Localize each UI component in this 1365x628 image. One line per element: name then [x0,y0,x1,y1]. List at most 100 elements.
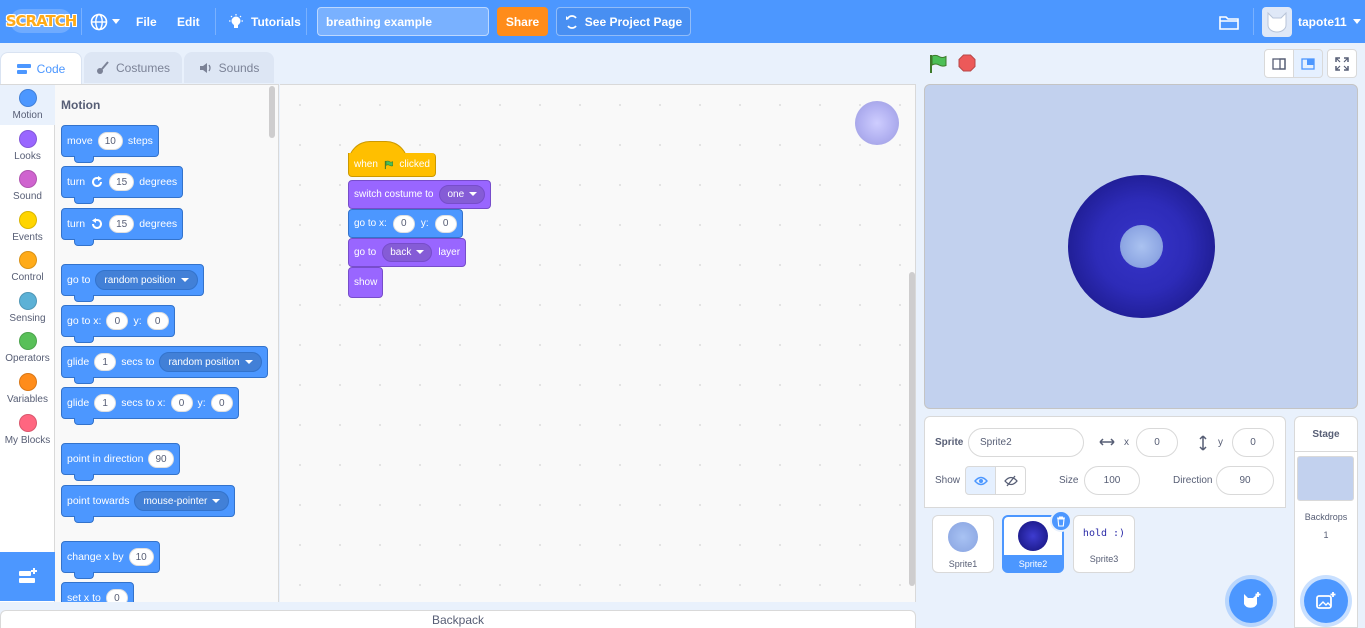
block-input[interactable]: 0 [106,312,129,330]
block-point-towards[interactable]: point towards mouse-pointer [61,485,236,523]
current-sprite-thumbnail [855,101,899,145]
sprite1-thumbnail [948,522,978,552]
show-hidden-button[interactable] [995,466,1026,495]
block-dropdown[interactable]: one [439,185,486,204]
see-project-page-button[interactable]: See Project Page [556,7,691,36]
language-menu[interactable] [90,0,120,43]
size-input[interactable]: 100 [1084,466,1140,495]
tab-costumes-label: Costumes [115,61,171,75]
add-extension-button[interactable] [0,552,55,601]
y-input[interactable]: 0 [1232,428,1274,457]
share-button[interactable]: Share [497,7,548,36]
stage-canvas[interactable] [924,84,1358,409]
block-input[interactable]: 0 [146,312,169,330]
block-input[interactable]: 1 [94,353,117,371]
tab-sounds[interactable]: Sounds [184,52,274,83]
avatar [1262,6,1292,37]
block-input[interactable]: 10 [97,132,123,150]
small-stage-icon [1272,57,1286,70]
green-flag-button[interactable] [926,52,950,76]
scratch-logo[interactable]: SCRATCH [6,9,77,33]
block-input[interactable]: 0 [170,394,193,412]
block-change-x[interactable]: change x by 10 [61,541,160,579]
block-glide-to-xy[interactable]: glide 1 secs to x: 0 y: 0 [61,387,239,425]
block-move-steps[interactable]: move 10 steps [61,125,159,163]
sprite-tile-sprite3[interactable]: hold :) Sprite3 [1073,515,1135,573]
palette-scrollbar[interactable] [269,86,275,138]
stop-button[interactable] [956,52,978,74]
category-motion[interactable]: Motion [0,85,55,125]
show-label: Show [935,475,961,486]
block-point-in-direction[interactable]: point in direction 90 [61,443,180,481]
file-menu[interactable]: File [136,0,157,43]
block-dropdown[interactable]: random position [159,352,262,372]
edit-menu[interactable]: Edit [177,0,200,43]
backdrop-thumbnail [1297,456,1354,501]
block-glide-to[interactable]: glide 1 secs to random position [61,346,268,384]
block-input[interactable]: 15 [109,173,135,191]
tab-code[interactable]: Code [0,52,82,84]
block-input[interactable]: 15 [109,215,135,233]
small-stage-button[interactable] [1264,49,1294,78]
tutorials-button[interactable]: Tutorials [228,0,301,43]
block-when-flag-clicked[interactable]: when clicked [348,141,436,177]
direction-input[interactable]: 90 [1216,466,1274,495]
block-text: turn [67,176,86,188]
block-input[interactable]: 0 [105,589,128,602]
block-show[interactable]: show [348,267,384,298]
block-input[interactable]: 0 [210,394,233,412]
category-label: Operators [5,353,50,364]
sprite-name-input[interactable]: Sprite2 [968,428,1084,457]
block-input[interactable]: 10 [128,548,154,566]
fullscreen-button[interactable] [1327,49,1357,78]
category-sound[interactable]: Sound [0,166,55,206]
block-turn-right[interactable]: turn 15 degrees [61,166,184,204]
category-variables[interactable]: Variables [0,369,55,409]
tab-costumes[interactable]: Costumes [84,52,182,83]
block-input[interactable]: 1 [94,394,117,412]
category-dot [18,414,37,432]
block-go-to-layer[interactable]: go to back layer [348,238,467,267]
choose-sprite-button[interactable] [1229,579,1273,623]
block-turn-left[interactable]: turn 15 degrees [61,208,184,246]
category-events[interactable]: Events [0,207,55,247]
category-sensing[interactable]: Sensing [0,288,55,328]
script-scrollbar[interactable] [909,272,915,586]
block-input[interactable]: 0 [434,214,457,233]
sprite-tile-sprite1[interactable]: Sprite1 [932,515,994,573]
block-go-to-xy[interactable]: go to x: 0 y: 0 [348,209,463,238]
hat-body: when clicked [348,153,436,177]
backpack[interactable]: Backpack [0,610,916,628]
block-dropdown[interactable]: mouse-pointer [134,491,230,511]
category-my-blocks[interactable]: My Blocks [0,410,55,450]
block-text: y: [420,218,429,229]
project-title-input[interactable]: breathing example [317,7,489,36]
block-input[interactable]: 90 [148,450,174,468]
large-stage-button[interactable] [1293,49,1323,78]
block-dropdown[interactable]: back [382,243,433,262]
block-input[interactable]: 0 [392,214,415,233]
account-menu[interactable]: tapote11 [1262,0,1361,43]
menu-divider [306,8,307,35]
category-operators[interactable]: Operators [0,328,55,368]
block-dropdown[interactable]: random position [95,270,198,290]
choose-backdrop-button[interactable] [1304,579,1348,623]
tutorials-label: Tutorials [251,14,301,29]
category-label: Sound [13,191,42,202]
sprite-light-circle[interactable] [1120,225,1163,268]
block-switch-costume[interactable]: switch costume to one [348,180,492,209]
category-dot [18,251,37,269]
x-arrows-icon [1099,436,1115,451]
category-looks[interactable]: Looks [0,126,55,166]
my-stuff-button[interactable] [1219,0,1239,43]
block-go-to[interactable]: go to random position [61,264,204,302]
show-visible-button[interactable] [965,466,996,495]
x-input[interactable]: 0 [1136,428,1178,457]
block-go-to-xy[interactable]: go to x: 0 y: 0 [61,305,175,343]
block-categories: Motion Looks Sound Events Control Sensin… [0,84,55,602]
block-set-x[interactable]: set x to 0 [61,582,134,602]
category-control[interactable]: Control [0,247,55,287]
delete-sprite-button[interactable] [1050,510,1072,532]
script-area[interactable]: when clicked switch costume to one go to … [280,84,1176,602]
eye-slash-icon [1003,475,1018,486]
